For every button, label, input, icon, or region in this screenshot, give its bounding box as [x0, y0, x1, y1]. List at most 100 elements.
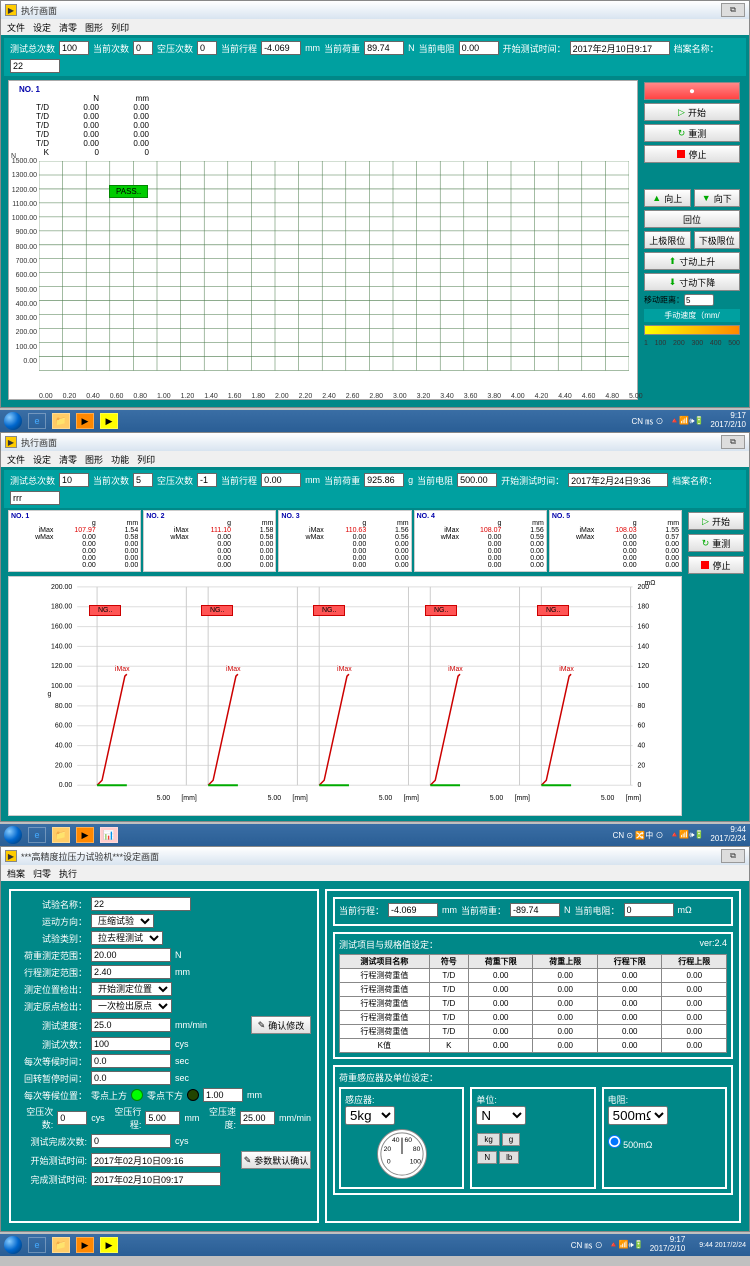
- svg-text:120.00: 120.00: [51, 663, 72, 670]
- confirm-default-button[interactable]: ✎ 参数默认确认: [241, 1151, 311, 1169]
- window-1: ▶ 执行画面 ⧉ 文件 设定 清零 图形 列印 测试总次数 当前次数 空压次数 …: [0, 0, 750, 408]
- home-button[interactable]: 回位: [644, 210, 740, 228]
- svg-text:[mm]: [mm]: [515, 795, 530, 802]
- up-button[interactable]: ▲向上: [644, 189, 691, 207]
- start-button[interactable]: ▷开始: [644, 103, 740, 121]
- taskbar-3: e 📁 ▶ ▶ CN ㎳ ⊙ 🔺📶🕪🔋 9:172017/2/10 9:44 2…: [0, 1234, 750, 1256]
- svg-text:40: 40: [392, 1137, 400, 1144]
- svg-text:160.00: 160.00: [51, 624, 72, 631]
- svg-text:100.00: 100.00: [51, 683, 72, 690]
- total-tests[interactable]: [59, 41, 89, 55]
- svg-text:140.00: 140.00: [51, 643, 72, 650]
- remeasure-button-2[interactable]: ↻重测: [688, 534, 744, 552]
- clock[interactable]: 9:172017/2/10: [710, 412, 746, 430]
- title-1: 执行画面: [21, 4, 57, 17]
- svg-text:80: 80: [638, 703, 646, 710]
- record-button[interactable]: ⏺: [644, 82, 740, 100]
- down-button[interactable]: ▼向下: [694, 189, 741, 207]
- file-name[interactable]: [10, 59, 60, 73]
- svg-text:[mm]: [mm]: [404, 795, 419, 802]
- titlebar-1: ▶ 执行画面 ⧉: [1, 1, 749, 19]
- app-taskbar-icon-2[interactable]: 📊: [100, 827, 118, 843]
- param-table-panel: 测试项目与规格值设定： ver:2.4 测试项目名称符号荷重下限荷重上限行程下限…: [333, 932, 733, 1059]
- titlebar-3: ▶ ***高精度拉压力试验机***设定画面 ⧉: [1, 847, 749, 865]
- settings-body: 试验名称： 运动方向：压缩试验 试验类别：拉去程测试 荷重测定范围：N 行程测定…: [1, 881, 749, 1231]
- close-icon[interactable]: ⧉: [721, 435, 745, 449]
- ime-indicator[interactable]: CN ㎳ ⊙: [631, 416, 663, 427]
- lower-limit-button[interactable]: 下极限位: [694, 231, 741, 249]
- start-orb[interactable]: [4, 1236, 22, 1254]
- clock[interactable]: 9:442017/2/24: [710, 826, 746, 844]
- media-icon[interactable]: ▶: [76, 827, 94, 843]
- svg-text:5.00: 5.00: [157, 795, 171, 802]
- menu-zero[interactable]: 清零: [59, 21, 77, 34]
- folder-icon[interactable]: 📁: [52, 413, 70, 429]
- ime-indicator[interactable]: CN ⊙ 🔀中 ⊙: [613, 830, 664, 841]
- zero-up-led[interactable]: [131, 1089, 143, 1101]
- svg-text:100: 100: [638, 683, 650, 690]
- direction-select[interactable]: 压缩试验: [91, 914, 154, 928]
- ie-icon[interactable]: e: [28, 827, 46, 843]
- res-radio[interactable]: [608, 1135, 621, 1148]
- title-3: ***高精度拉压力试验机***设定画面: [21, 850, 159, 863]
- settings-right: 当前行程：mm 当前荷重：N 当前电阻：mΩ 测试项目与规格值设定： ver:2…: [325, 889, 741, 1223]
- speed-slider[interactable]: [644, 325, 740, 335]
- resistance-box: 电阻: 500mΩ 500mΩ: [602, 1087, 727, 1189]
- jog-up-button[interactable]: ⬆寸动上升: [644, 252, 740, 270]
- close-icon[interactable]: ⧉: [721, 849, 745, 863]
- titlebar-2: ▶ 执行画面 ⧉: [1, 433, 749, 451]
- window-3: ▶ ***高精度拉压力试验机***设定画面 ⧉ 档案 归零 执行 试验名称： 运…: [0, 846, 750, 1232]
- start-button-2[interactable]: ▷开始: [688, 512, 744, 530]
- chart-area-1: NO. 1 Nmm T/D0.000.00T/D0.000.00T/D0.000…: [8, 80, 638, 400]
- svg-text:g: g: [48, 691, 52, 698]
- menu-set[interactable]: 设定: [33, 21, 51, 34]
- svg-text:[mm]: [mm]: [292, 795, 307, 802]
- start-orb[interactable]: [4, 826, 22, 844]
- sensor-panel: 荷重感应器及单位设定： 感应器: 5kg 020406080100 单位: N: [333, 1065, 733, 1195]
- menu-file[interactable]: 文件: [7, 21, 25, 34]
- multi-chart: 200.00200180.00180160.00160140.00140120.…: [8, 576, 682, 816]
- app-icon: ▶: [5, 436, 17, 448]
- folder-icon[interactable]: 📁: [52, 827, 70, 843]
- speed-label: 手动速度（mm/: [644, 309, 740, 322]
- start-orb[interactable]: [4, 412, 22, 430]
- ie-icon[interactable]: e: [28, 413, 46, 429]
- menu-graph[interactable]: 图形: [85, 21, 103, 34]
- menu-print[interactable]: 列印: [111, 21, 129, 34]
- taskbar-2: e 📁 ▶ 📊 CN ⊙ 🔀中 ⊙ 🔺📶🕪🔋 9:442017/2/24: [0, 824, 750, 846]
- media-icon[interactable]: ▶: [76, 413, 94, 429]
- tray-icons[interactable]: 🔺📶🕪🔋: [669, 830, 704, 840]
- sensor-select[interactable]: 5kg: [345, 1106, 395, 1125]
- move-dist-input[interactable]: [684, 294, 714, 306]
- res-select[interactable]: 500mΩ: [608, 1106, 668, 1125]
- empty-count[interactable]: [197, 41, 217, 55]
- app-icon: ▶: [5, 4, 17, 16]
- svg-text:5.00: 5.00: [268, 795, 282, 802]
- close-icon[interactable]: ⧉: [721, 3, 745, 17]
- zero-down-led[interactable]: [187, 1089, 199, 1101]
- unit-select[interactable]: N: [476, 1106, 526, 1125]
- load: [364, 41, 404, 55]
- app-taskbar-icon[interactable]: ▶: [100, 413, 118, 429]
- upper-limit-button[interactable]: 上极限位: [644, 231, 691, 249]
- status-bar-1: 测试总次数 当前次数 空压次数 当前行程mm 当前荷重N 当前电阻 开始测试时间…: [4, 38, 746, 76]
- param-table[interactable]: 测试项目名称符号荷重下限荷重上限行程下限行程上限 行程测荷重值T/D0.000.…: [339, 954, 727, 1053]
- svg-text:iMax: iMax: [559, 666, 574, 673]
- window-2: ▶ 执行画面 ⧉ 文件 设定 清零 图形 功能 列印 测试总次数 当前次数 空压…: [0, 432, 750, 822]
- confirm-modify-button[interactable]: ✎ 确认修改: [251, 1016, 311, 1034]
- jog-down-button[interactable]: ⬇寸动下降: [644, 273, 740, 291]
- tray-icons[interactable]: 🔺📶🕪🔋: [669, 416, 704, 426]
- svg-text:[mm]: [mm]: [626, 795, 641, 802]
- cur-count[interactable]: [133, 41, 153, 55]
- stop-button[interactable]: 停止: [644, 145, 740, 163]
- testtype-select[interactable]: 拉去程测试: [91, 931, 163, 945]
- svg-text:60: 60: [404, 1137, 412, 1144]
- svg-text:200.00: 200.00: [51, 584, 72, 591]
- menubar-1: 文件 设定 清零 图形 列印: [1, 19, 749, 35]
- stop-button-2[interactable]: 停止: [688, 556, 744, 574]
- svg-text:iMax: iMax: [448, 666, 463, 673]
- gauge-icon: 020406080100: [377, 1129, 427, 1179]
- test-name-input[interactable]: [91, 897, 191, 911]
- svg-text:mΩ: mΩ: [644, 580, 655, 587]
- remeasure-button[interactable]: ↻重测: [644, 124, 740, 142]
